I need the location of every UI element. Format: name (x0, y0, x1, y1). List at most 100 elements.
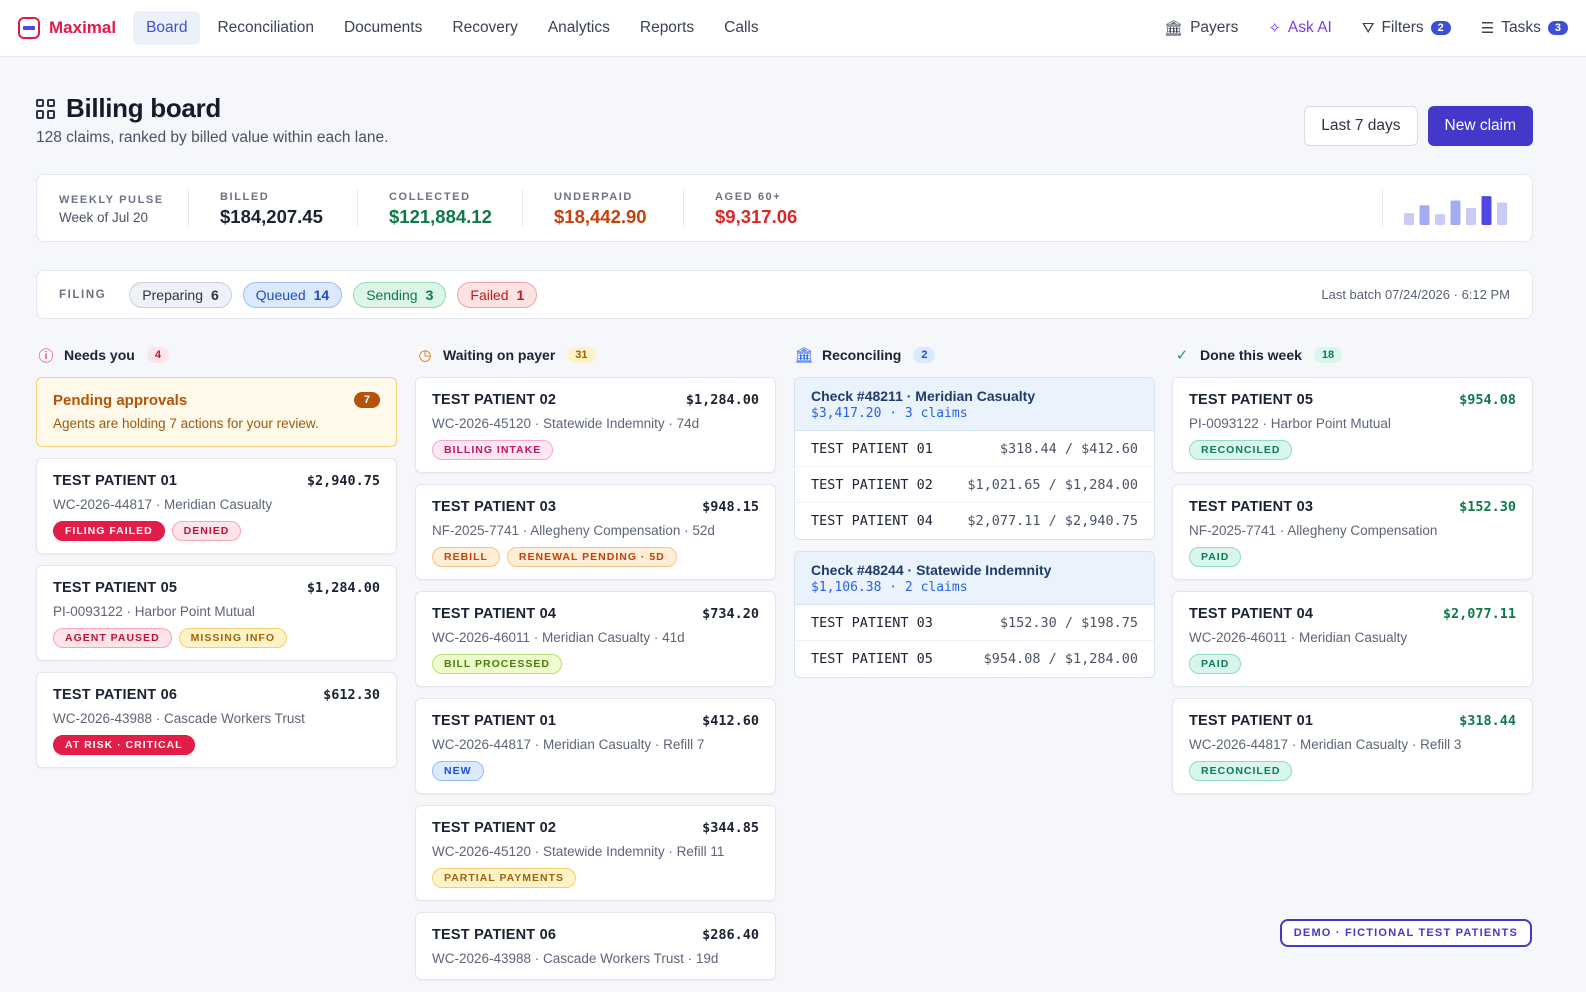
claim-amount: $954.08 (1459, 392, 1516, 408)
spark-bar (1481, 196, 1492, 225)
filing-pill-failed[interactable]: Failed 1 (457, 281, 538, 308)
status-tag: AT RISK · CRITICAL (53, 735, 195, 755)
pulse-collected-cell: COLLECTED $121,884.12 (389, 191, 492, 228)
claim-meta: WC-2026-46011 · Meridian Casualty (1189, 630, 1408, 645)
nav-item-calls[interactable]: Calls (711, 11, 771, 45)
lane-title: Done this week (1200, 347, 1302, 363)
ask-ai-button[interactable]: ✧ Ask AI (1268, 19, 1332, 37)
bank-icon: 🏛 (1164, 19, 1184, 37)
nav-item-reconciliation[interactable]: Reconciliation (204, 11, 327, 45)
collected-value: $121,884.12 (389, 206, 492, 227)
status-tag: REBILL (432, 547, 500, 567)
filter-icon: ⛛ (1361, 19, 1375, 37)
claim-meta: NF-2025-7741 · Allegheny Compensation (1189, 523, 1438, 538)
claim-card[interactable]: TEST PATIENT 02 $1,284.00 WC-2026-45120 … (415, 377, 776, 473)
new-claim-button[interactable]: New claim (1427, 106, 1533, 146)
list-icon: ☰ (1480, 19, 1495, 37)
patient-name: TEST PATIENT 05 (811, 651, 933, 667)
spark-bar (1466, 208, 1476, 225)
claim-amount: $1,284.00 (306, 580, 380, 596)
claim-meta: WC-2026-43988 · Cascade Workers Trust · … (432, 951, 719, 966)
claim-amount: $1,284.00 (685, 392, 759, 408)
brand[interactable]: Maximal (18, 17, 116, 39)
spark-bar (1450, 200, 1461, 225)
pending-approvals-card[interactable]: Pending approvals Agents are holding 7 a… (36, 377, 397, 447)
billed-label: BILLED (220, 191, 270, 203)
main-nav: Board Reconciliation Documents Recovery … (133, 11, 772, 45)
pulse-week-cell: WEEKLY PULSE Week of Jul 20 (59, 191, 164, 225)
claim-card[interactable]: TEST PATIENT 04 $2,077.11 WC-2026-46011 … (1172, 591, 1533, 687)
filing-pill-queued[interactable]: Queued 14 (242, 281, 343, 308)
status-tag: RECONCILED (1189, 440, 1293, 460)
status-tag: PAID (1189, 654, 1242, 674)
pulse-caption: WEEKLY PULSE (59, 194, 164, 206)
claim-card[interactable]: TEST PATIENT 06 $286.40 WC-2026-43988 · … (415, 912, 776, 980)
date-range-button[interactable]: Last 7 days (1304, 106, 1418, 146)
claim-card[interactable]: TEST PATIENT 04 $734.20 WC-2026-46011 · … (415, 591, 776, 687)
tasks-count-badge: 3 (1547, 21, 1568, 35)
claim-card[interactable]: TEST PATIENT 05 $954.08 PI-0093122 · Har… (1172, 377, 1533, 473)
divider (683, 189, 684, 227)
filing-pill-preparing[interactable]: Preparing 6 (129, 281, 232, 308)
filters-button[interactable]: ⛛ Filters 2 (1362, 19, 1451, 37)
patient-name: TEST PATIENT 03 (811, 614, 933, 631)
tasks-button[interactable]: ☰ Tasks 3 (1481, 19, 1568, 37)
claim-card[interactable]: TEST PATIENT 02 $344.85 WC-2026-45120 · … (415, 805, 776, 901)
alert-count-badge: 7 (353, 392, 380, 408)
lane-done-this-week: ✓ Done this week 18 TEST PATIENT 05 $954… (1172, 345, 1533, 805)
check-header[interactable]: Check #48211 · Meridian Casualty $3,417.… (795, 378, 1154, 431)
brand-name: Maximal (49, 18, 117, 37)
status-tag: FILING FAILED (53, 521, 165, 541)
lane-header: ◷ Waiting on payer 31 (415, 345, 776, 365)
page-title-row: Billing board (36, 93, 221, 124)
status-tag: MISSING INFO (178, 628, 287, 648)
nav-item-board[interactable]: Board (133, 11, 201, 45)
lane-header: 🏛 Reconciling 2 (794, 345, 1155, 365)
ask-ai-label: Ask AI (1287, 19, 1332, 36)
claim-card[interactable]: TEST PATIENT 01 $318.44 WC-2026-44817 · … (1172, 698, 1533, 794)
lane-header: ✓ Done this week 18 (1172, 345, 1533, 365)
check-header[interactable]: Check #48244 · Statewide Indemnity $1,10… (795, 552, 1154, 605)
payers-button[interactable]: 🏛 Payers (1164, 19, 1238, 37)
status-tag: BILL PROCESSED (432, 654, 562, 674)
pulse-billed-cell: BILLED $184,207.45 (220, 191, 323, 228)
claim-card[interactable]: TEST PATIENT 05 $1,284.00 PI-0093122 · H… (36, 565, 397, 661)
nav-item-recovery[interactable]: Recovery (439, 11, 530, 45)
status-tag: NEW (432, 761, 484, 781)
check-row[interactable]: TEST PATIENT 03 $152.30 / $198.75 (795, 605, 1154, 641)
collected-label: COLLECTED (389, 191, 471, 203)
spark-bar (1419, 205, 1430, 225)
filing-pill-sending[interactable]: Sending 3 (353, 281, 447, 308)
spark-bar (1435, 214, 1445, 225)
pill-count: 14 (313, 286, 330, 303)
billed-value: $184,207.45 (220, 206, 323, 227)
nav-item-reports[interactable]: Reports (627, 11, 707, 45)
check-circle-icon: ✓ (1175, 347, 1189, 364)
nav-item-analytics[interactable]: Analytics (535, 11, 623, 45)
check-row[interactable]: TEST PATIENT 01 $318.44 / $412.60 (795, 431, 1154, 467)
claim-card[interactable]: TEST PATIENT 01 $412.60 WC-2026-44817 · … (415, 698, 776, 794)
claim-card[interactable]: TEST PATIENT 03 $152.30 NF-2025-7741 · A… (1172, 484, 1533, 580)
check-row[interactable]: TEST PATIENT 02 $1,021.65 / $1,284.00 (795, 467, 1154, 503)
claim-meta: PI-0093122 · Harbor Point Mutual (1189, 416, 1391, 431)
claim-card[interactable]: TEST PATIENT 06 $612.30 WC-2026-43988 · … (36, 672, 397, 768)
lane-count: 4 (146, 347, 169, 363)
claim-card[interactable]: TEST PATIENT 01 $2,940.75 WC-2026-44817 … (36, 458, 397, 554)
claim-meta: WC-2026-45120 · Statewide Indemnity · Re… (432, 844, 725, 859)
filing-status-bar: FILING Preparing 6 Queued 14 Sending 3 Fail… (36, 270, 1533, 319)
pill-count: 6 (211, 286, 219, 303)
claim-meta: NF-2025-7741 · Allegheny Compensation · … (432, 523, 715, 538)
aged-label: AGED 60+ (715, 191, 782, 203)
page-subtitle: 128 claims, ranked by billed value withi… (36, 129, 389, 146)
check-row[interactable]: TEST PATIENT 04 $2,077.11 / $2,940.75 (795, 503, 1154, 539)
nav-item-documents[interactable]: Documents (331, 11, 435, 45)
divider (357, 189, 358, 227)
clock-icon: ◷ (418, 347, 432, 364)
check-row[interactable]: TEST PATIENT 05 $954.08 / $1,284.00 (795, 641, 1154, 677)
lane-title: Needs you (64, 347, 135, 363)
patient-name: TEST PATIENT 02 (811, 476, 933, 493)
brand-logo-icon (18, 17, 40, 39)
pulse-underpaid-cell: UNDERPAID $18,442.90 (554, 191, 647, 228)
bank-icon: 🏛 (794, 347, 814, 364)
claim-card[interactable]: TEST PATIENT 03 $948.15 NF-2025-7741 · A… (415, 484, 776, 580)
